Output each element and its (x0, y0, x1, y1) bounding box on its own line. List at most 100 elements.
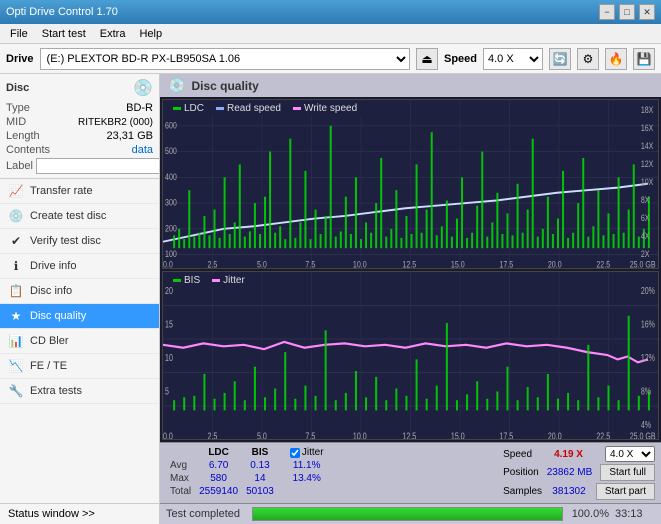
read-speed-legend-label: Read speed (227, 103, 281, 114)
sidebar: Disc 💿 Type BD-R MID RITEKBR2 (000) Leng… (0, 74, 160, 524)
eject-button[interactable]: ⏏ (416, 48, 438, 70)
start-full-button[interactable]: Start full (600, 464, 655, 481)
drive-label: Drive (6, 53, 34, 65)
mid-label: MID (6, 116, 26, 128)
progress-bar-outer (252, 507, 563, 521)
disc-quality-header-title: Disc quality (191, 79, 258, 93)
jitter-legend-label: Jitter (223, 275, 245, 286)
position-label: Position (503, 467, 539, 478)
speed-select-stat[interactable]: 4.0 X (605, 446, 655, 462)
max-label: Max (166, 472, 195, 485)
extra-tests-label: Extra tests (30, 385, 82, 397)
sidebar-item-transfer-rate[interactable]: 📈 Transfer rate (0, 179, 159, 204)
svg-text:5: 5 (165, 385, 169, 397)
samples-value: 381302 (552, 486, 585, 497)
jitter-legend-dot (212, 279, 220, 282)
sidebar-item-cd-bler[interactable]: 📊 CD Bler (0, 329, 159, 354)
sidebar-item-create-test-disc[interactable]: 💿 Create test disc (0, 204, 159, 229)
sidebar-item-drive-info[interactable]: ℹ Drive info (0, 254, 159, 279)
svg-text:2.5: 2.5 (207, 260, 217, 268)
disc-quality-icon: ★ (8, 309, 24, 323)
settings-button[interactable]: ⚙ (577, 48, 599, 70)
burn-button[interactable]: 🔥 (605, 48, 627, 70)
transfer-rate-label: Transfer rate (30, 185, 93, 197)
menu-extra[interactable]: Extra (94, 27, 132, 41)
disc-info-icon: 📋 (8, 284, 24, 298)
minimize-button[interactable]: − (599, 4, 615, 20)
fe-te-label: FE / TE (30, 360, 67, 372)
drive-info-label: Drive info (30, 260, 76, 272)
lower-chart-legend: BIS Jitter (167, 274, 251, 287)
disc-quality-label: Disc quality (30, 310, 86, 322)
close-button[interactable]: ✕ (639, 4, 655, 20)
svg-text:2.5: 2.5 (207, 430, 217, 439)
sidebar-item-extra-tests[interactable]: 🔧 Extra tests (0, 379, 159, 404)
drivebar: Drive (E:) PLEXTOR BD-R PX-LB950SA 1.06 … (0, 44, 661, 74)
speed-label-stat: Speed (503, 449, 532, 460)
length-value: 23,31 GB (107, 130, 153, 142)
svg-text:25.0 GB: 25.0 GB (630, 430, 656, 439)
save-button[interactable]: 💾 (633, 48, 655, 70)
svg-text:600: 600 (165, 121, 177, 131)
stats-bar: LDC BIS Jitter Avg 6.70 0.13 11.1% (160, 442, 661, 503)
svg-text:12%: 12% (641, 351, 655, 363)
sidebar-item-verify-test-disc[interactable]: ✔ Verify test disc (0, 229, 159, 254)
avg-ldc: 6.70 (195, 459, 242, 472)
sidebar-item-disc-info[interactable]: 📋 Disc info (0, 279, 159, 304)
jitter-checkbox[interactable] (290, 448, 300, 458)
maximize-button[interactable]: □ (619, 4, 635, 20)
progress-area: Test completed 100.0% 33:13 (160, 503, 661, 524)
svg-text:22.5: 22.5 (596, 430, 610, 439)
svg-text:20.0: 20.0 (548, 430, 562, 439)
progress-bar-inner (253, 508, 562, 520)
svg-text:5.0: 5.0 (257, 260, 267, 268)
disc-quality-header: 💿 Disc quality (160, 74, 661, 97)
svg-text:200: 200 (165, 224, 177, 234)
type-value: BD-R (126, 102, 153, 114)
ldc-legend-label: LDC (184, 103, 204, 114)
sidebar-item-disc-quality[interactable]: ★ Disc quality (0, 304, 159, 329)
drive-select[interactable]: (E:) PLEXTOR BD-R PX-LB950SA 1.06 (40, 48, 410, 70)
start-part-button[interactable]: Start part (596, 483, 655, 500)
speed-label: Speed (444, 53, 477, 65)
refresh-button[interactable]: 🔄 (549, 48, 571, 70)
svg-text:15.0: 15.0 (451, 430, 465, 439)
svg-text:12.5: 12.5 (402, 260, 416, 268)
verify-test-disc-icon: ✔ (8, 234, 24, 248)
contents-value: data (132, 144, 153, 156)
max-ldc: 580 (195, 472, 242, 485)
svg-text:0.0: 0.0 (163, 430, 173, 439)
disc-panel-title: Disc (6, 82, 29, 94)
svg-text:7.5: 7.5 (305, 260, 315, 268)
fe-te-icon: 📉 (8, 359, 24, 373)
status-window-button[interactable]: Status window >> (0, 503, 159, 524)
progress-pct: 100.0% (569, 508, 609, 520)
svg-text:10.0: 10.0 (353, 260, 367, 268)
sidebar-item-fe-te[interactable]: 📉 FE / TE (0, 354, 159, 379)
transfer-rate-icon: 📈 (8, 184, 24, 198)
bis-legend-dot (173, 279, 181, 282)
menu-help[interactable]: Help (133, 27, 168, 41)
total-ldc: 2559140 (195, 485, 242, 498)
speed-value-stat: 4.19 X (554, 449, 583, 460)
read-speed-legend-dot (216, 107, 224, 110)
svg-text:10.0: 10.0 (353, 430, 367, 439)
verify-test-disc-label: Verify test disc (30, 235, 101, 247)
samples-label: Samples (503, 486, 542, 497)
write-speed-legend-label: Write speed (304, 103, 357, 114)
svg-text:6X: 6X (641, 213, 650, 223)
svg-text:15.0: 15.0 (451, 260, 465, 268)
create-test-disc-icon: 💿 (8, 209, 24, 223)
menu-start-test[interactable]: Start test (36, 27, 92, 41)
disc-quality-header-icon: 💿 (168, 77, 185, 94)
upper-chart-legend: LDC Read speed Write speed (167, 102, 363, 115)
label-input[interactable] (36, 158, 160, 174)
svg-text:5.0: 5.0 (257, 430, 267, 439)
svg-text:500: 500 (165, 146, 177, 156)
max-jitter: 13.4% (286, 472, 328, 485)
speed-select[interactable]: 4.0 X (483, 48, 543, 70)
menu-file[interactable]: File (4, 27, 34, 41)
svg-text:14X: 14X (641, 141, 654, 151)
svg-text:17.5: 17.5 (499, 430, 513, 439)
avg-label: Avg (166, 459, 195, 472)
